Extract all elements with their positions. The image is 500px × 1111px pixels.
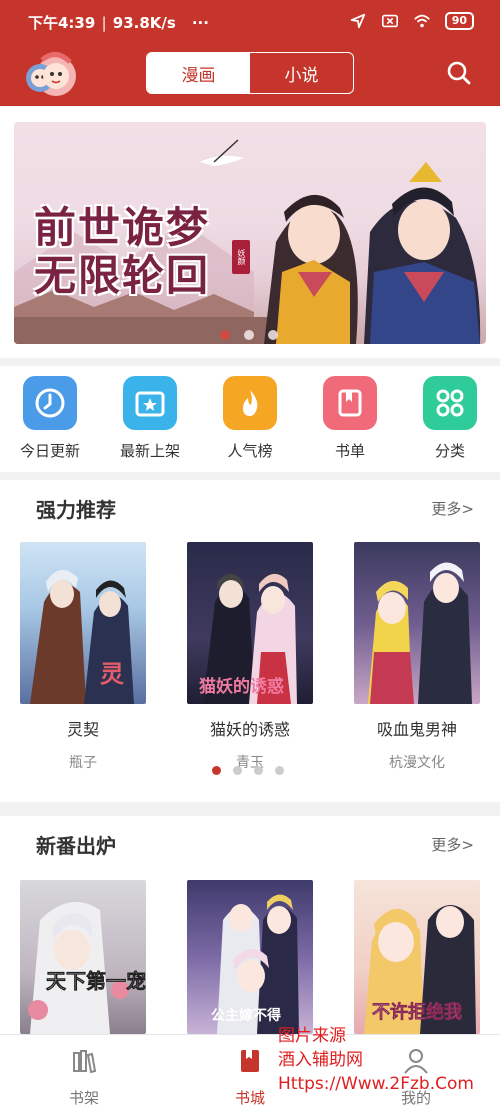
network-speed: 93.8K/s [112,13,176,32]
banner-dot[interactable] [220,330,230,340]
quick-nav-booklist[interactable]: 书单 [305,376,395,461]
page-dot[interactable] [275,766,284,775]
clock-icon [23,376,77,430]
book-icon [323,376,377,430]
page-dot[interactable] [233,766,242,775]
section-title: 新番出炉 [36,834,116,858]
comic-cover: 不许拒绝我 [354,880,480,1034]
status-bar: 下午4:39 | 93.8K/s ··· 90 [0,0,500,44]
banner-stamp: 妖颜 [232,240,250,274]
flame-icon [223,376,277,430]
comic-card[interactable]: 灵 灵契 瓶子 [20,542,146,772]
top-header: 漫画 小说 [0,44,500,106]
quick-nav-label: 分类 [434,442,465,460]
comic-title: 猫妖的诱惑 [209,720,290,739]
comic-card[interactable]: 不许拒绝我 [354,880,480,1034]
status-time: 下午4:39 [28,14,96,32]
bookshelf-icon [73,1050,97,1074]
comic-cover [354,542,480,704]
new-shelf-icon [123,376,177,430]
quick-nav-popular[interactable]: 人气榜 [205,376,295,461]
recommend-section: 强力推荐 更多> 灵 灵契 瓶子 猫妖的诱惑 猫妖的诱惑 青玉 吸血鬼男神 杭漫… [0,480,500,802]
recommend-pagination [212,766,284,775]
tab-comics[interactable]: 漫画 [147,53,250,93]
app-logo[interactable] [22,50,78,100]
promo-banner[interactable]: 前世诡梦 无限轮回 妖颜 [14,122,486,344]
quick-nav-label: 人气榜 [227,442,273,460]
comic-title: 灵契 [66,720,99,739]
content-type-switch: 漫画 小说 [146,52,354,94]
banner-section: 前世诡梦 无限轮回 妖颜 [0,106,500,358]
battery-indicator: 90 [444,12,474,30]
comic-card[interactable]: 吸血鬼男神 杭漫文化 [354,542,480,772]
comic-card[interactable]: 天下第一宠 [20,880,146,1034]
section-title: 强力推荐 [36,498,116,522]
more-link[interactable]: 更多> [431,498,474,519]
comic-author: 瓶子 [69,755,97,771]
comic-cover: 天下第一宠 [20,880,146,1034]
comic-author: 杭漫文化 [389,755,445,771]
banner-dot[interactable] [244,330,254,340]
comic-title: 吸血鬼男神 [376,720,457,739]
watermark: 图片来源 酒入辅助网 Https://Www.2Fzb.Com [278,1026,474,1094]
page-dot[interactable] [254,766,263,775]
cover-text: 天下第一宠 [46,969,146,993]
status-more: ··· [191,13,209,32]
comic-cover: 猫妖的诱惑 [187,542,313,704]
banner-title: 前世诡梦 无限轮回 [34,203,211,300]
bookstore-icon [241,1050,259,1072]
new-release-section: 新番出炉 更多> 天下第一宠 公主嫁不得 不许拒绝我 [0,816,500,1034]
location-arrow-icon [350,13,365,29]
category-icon [423,376,477,430]
comic-card[interactable]: 猫妖的诱惑 猫妖的诱惑 青玉 [187,542,313,772]
tab-label: 书架 [68,1089,99,1107]
cover-text: 不许拒绝我 [372,1001,462,1023]
quick-nav-label: 书单 [334,442,365,460]
page-dot[interactable] [212,766,221,775]
quick-nav-label: 最新上架 [119,442,180,460]
banner-pagination [220,330,278,340]
quick-nav-category[interactable]: 分类 [405,376,495,461]
tab-novels[interactable]: 小说 [250,53,353,93]
quick-nav: 今日更新 最新上架 人气榜 书单 分类 [0,366,500,472]
search-icon[interactable] [446,60,472,86]
banner-dot[interactable] [268,330,278,340]
comic-cover: 灵 [20,542,146,704]
more-link[interactable]: 更多> [431,834,474,855]
quick-nav-today-update[interactable]: 今日更新 [5,376,95,461]
comic-cover: 公主嫁不得 [187,880,313,1034]
svg-text:灵: 灵 [100,659,124,688]
svg-text:猫妖的诱惑: 猫妖的诱惑 [199,676,284,697]
wifi-icon [413,14,430,28]
sim-disabled-icon [381,14,398,28]
comic-card[interactable]: 公主嫁不得 [187,880,313,1034]
quick-nav-label: 今日更新 [19,442,80,460]
quick-nav-new-shelf[interactable]: 最新上架 [105,376,195,461]
tab-bookshelf[interactable]: 书架 [44,1047,124,1108]
cover-text: 公主嫁不得 [211,1007,281,1024]
